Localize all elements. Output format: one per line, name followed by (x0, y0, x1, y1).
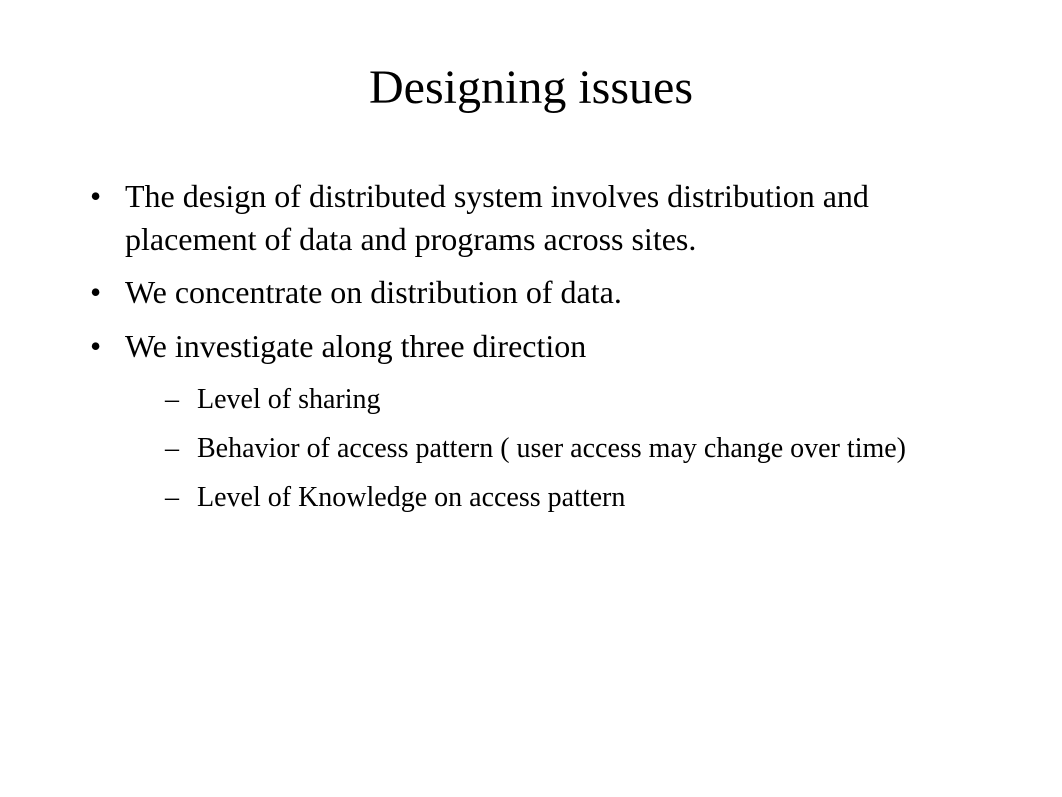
sub-bullet-item: Level of Knowledge on access pattern (125, 478, 972, 517)
slide-content: The design of distributed system involve… (0, 175, 1062, 517)
sub-bullet-item: Level of sharing (125, 380, 972, 419)
sub-bullet-list: Level of sharing Behavior of access patt… (125, 380, 972, 518)
bullet-item: We investigate along three direction Lev… (90, 325, 972, 518)
bullet-item: The design of distributed system involve… (90, 175, 972, 261)
slide-title: Designing issues (0, 60, 1062, 115)
main-bullet-list: The design of distributed system involve… (90, 175, 972, 517)
bullet-item: We concentrate on distribution of data. (90, 271, 972, 314)
sub-bullet-item: Behavior of access pattern ( user access… (125, 429, 972, 468)
bullet-text: We investigate along three direction (125, 328, 586, 364)
